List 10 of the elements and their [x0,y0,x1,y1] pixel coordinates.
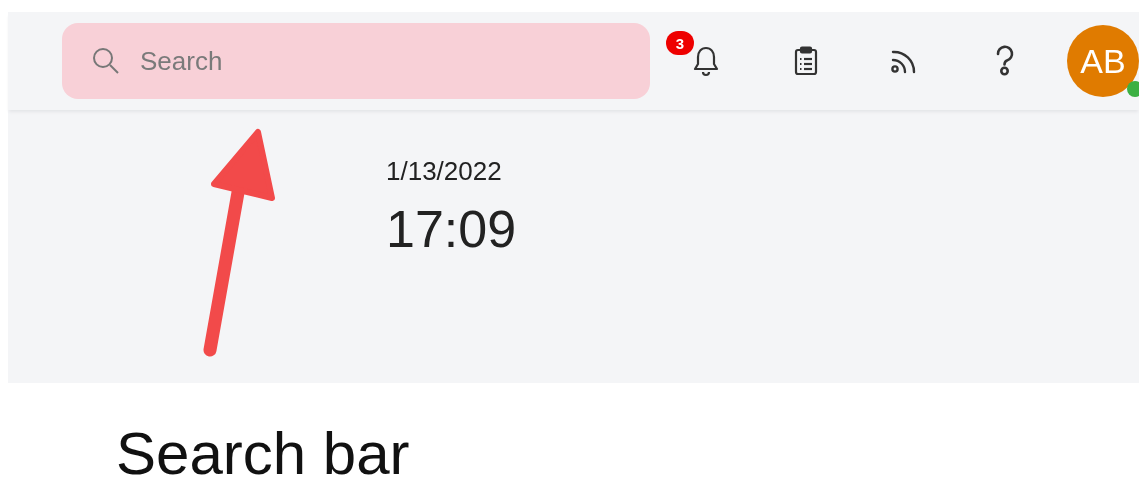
search-field[interactable]: Search [62,23,650,99]
user-avatar[interactable]: AB [1067,25,1139,97]
search-icon [92,47,120,75]
notifications-button[interactable]: 3 [656,31,756,91]
date-text: 1/13/2022 [386,156,502,187]
clipboard-icon [792,46,819,76]
caption-heading: Search bar [116,420,410,483]
notification-badge: 3 [666,31,694,55]
time-text: 17:09 [386,199,517,259]
bell-icon [691,45,720,77]
